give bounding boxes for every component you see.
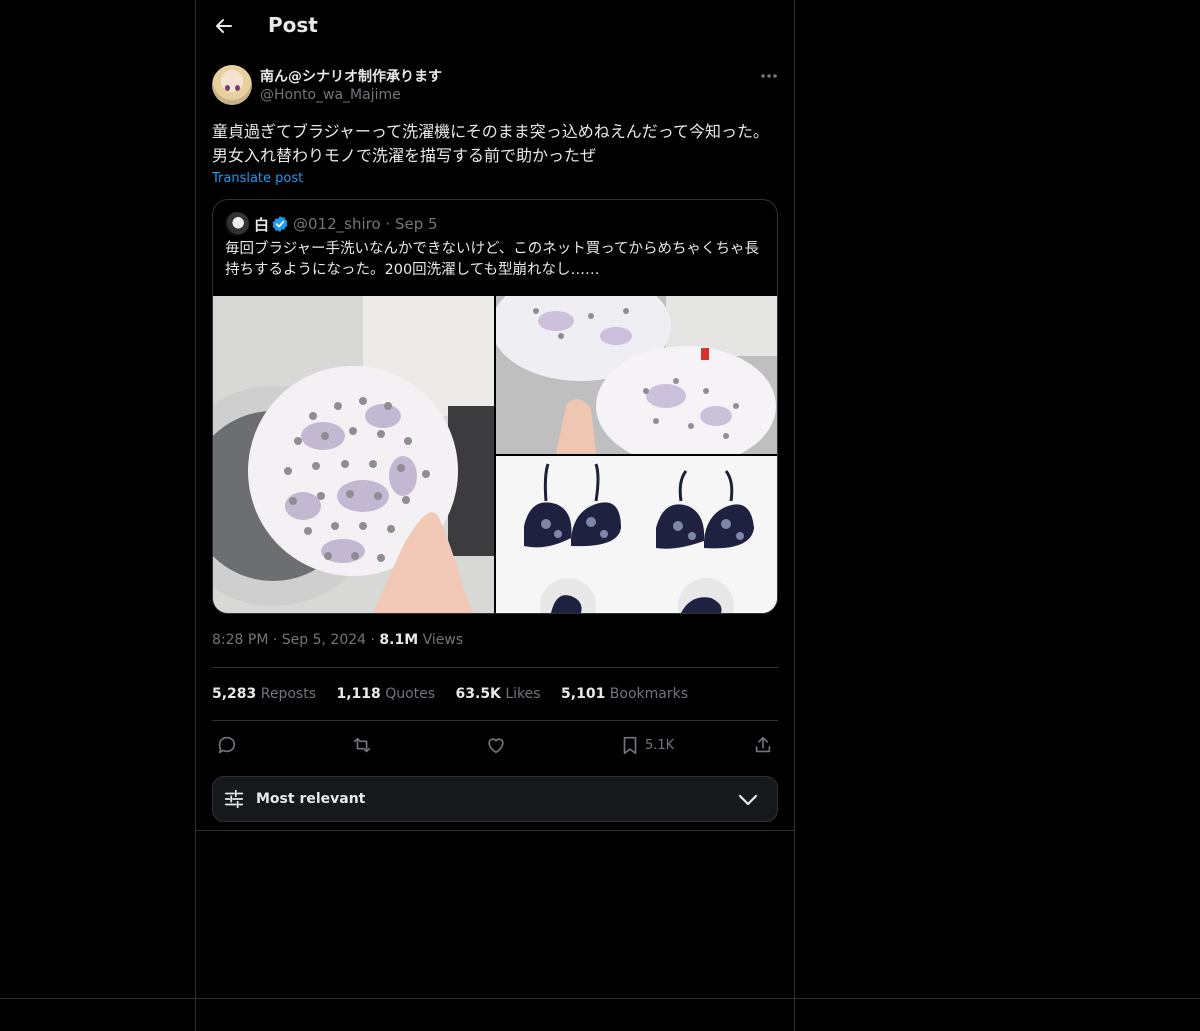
views-count: 8.1M xyxy=(379,632,419,648)
quote-media-grid xyxy=(213,296,777,613)
sliders-icon xyxy=(224,789,244,809)
media-image-bras[interactable] xyxy=(496,456,777,613)
chevron-down-icon xyxy=(738,794,758,806)
stat-count: 1,118 xyxy=(336,686,381,702)
stat-label: Quotes xyxy=(385,686,436,702)
stat-count: 63.5K xyxy=(455,686,501,702)
divider xyxy=(196,830,794,831)
more-dots-icon xyxy=(761,74,777,78)
bookmark-icon xyxy=(623,736,637,755)
quote-text: 毎回ブラジャー手洗いなんかできないけど、このネット買ってからめちゃくちゃ長持ちす… xyxy=(225,241,760,278)
page-title: Post xyxy=(268,13,318,37)
post-date[interactable]: Sep 5, 2024 xyxy=(282,632,366,648)
author-handle[interactable]: @Honto_wa_Majime xyxy=(260,87,401,103)
share-icon xyxy=(755,736,771,753)
bookmark-button[interactable]: 5.1K xyxy=(619,734,679,756)
quoted-post[interactable]: 白 @012_shiro · Sep 5 毎回ブラジャー手洗いなんかできないけど… xyxy=(212,199,778,614)
stat-reposts[interactable]: 5,283 Reposts xyxy=(212,686,316,702)
quote-date[interactable]: Sep 5 xyxy=(395,215,438,233)
author-name[interactable]: 南ん@シナリオ制作承ります xyxy=(260,66,442,86)
reply-icon xyxy=(218,736,236,754)
stat-count: 5,283 xyxy=(212,686,257,702)
quote-author-name[interactable]: 白 xyxy=(254,214,269,235)
stat-count: 5,101 xyxy=(561,686,606,702)
like-button[interactable] xyxy=(485,734,507,756)
separator-dot: · xyxy=(272,632,282,648)
post-meta: 8:28 PM · Sep 5, 2024 · 8.1M Views xyxy=(212,632,463,648)
repost-icon xyxy=(353,737,371,753)
open-net-image xyxy=(496,296,777,454)
back-button[interactable] xyxy=(212,14,236,38)
translate-post-link[interactable]: Translate post xyxy=(212,171,303,186)
divider xyxy=(212,720,778,721)
stat-quotes[interactable]: 1,118 Quotes xyxy=(336,686,435,702)
views-label: Views xyxy=(422,632,464,648)
quote-handle-date: @012_shiro · Sep 5 xyxy=(293,215,438,233)
more-options-button[interactable] xyxy=(758,68,780,82)
engagement-stats: 5,283 Reposts 1,118 Quotes 63.5K Likes 5… xyxy=(212,686,704,702)
stat-bookmarks[interactable]: 5,101 Bookmarks xyxy=(561,686,688,702)
separator-dot: · xyxy=(385,215,395,233)
media-image-laundry-ball[interactable] xyxy=(213,296,494,613)
main-column: Post 南ん@シナリオ制作承ります @Honto_wa_Majime 童貞過ぎ… xyxy=(195,0,795,1031)
reply-sort-dropdown[interactable]: Most relevant xyxy=(212,776,778,822)
bookmark-count: 5.1K xyxy=(645,738,675,753)
quote-author-avatar[interactable] xyxy=(225,212,249,236)
divider xyxy=(212,667,778,668)
stat-label: Bookmarks xyxy=(609,686,688,702)
reply-button[interactable] xyxy=(216,734,238,756)
quote-author-handle[interactable]: @012_shiro xyxy=(293,215,381,233)
media-image-open-net[interactable] xyxy=(496,296,777,454)
repost-button[interactable] xyxy=(351,734,373,756)
sort-label: Most relevant xyxy=(256,791,366,807)
share-button[interactable] xyxy=(752,734,774,756)
post-text: 童貞過ぎてブラジャーって洗濯機にそのまま突っ込めねえんだって今知った。男女入れ替… xyxy=(212,122,769,165)
verified-badge-icon xyxy=(272,216,288,232)
arrow-left-icon xyxy=(216,19,232,33)
laundry-ball-image xyxy=(213,296,494,613)
post-time[interactable]: 8:28 PM xyxy=(212,632,268,648)
author-avatar[interactable] xyxy=(212,65,252,105)
stat-label: Likes xyxy=(505,686,541,702)
top-bar: Post xyxy=(196,0,794,54)
stat-label: Reposts xyxy=(260,686,316,702)
heart-icon xyxy=(488,738,504,754)
stat-likes[interactable]: 63.5K Likes xyxy=(456,686,541,702)
divider xyxy=(0,998,1200,999)
bras-image xyxy=(496,456,777,613)
